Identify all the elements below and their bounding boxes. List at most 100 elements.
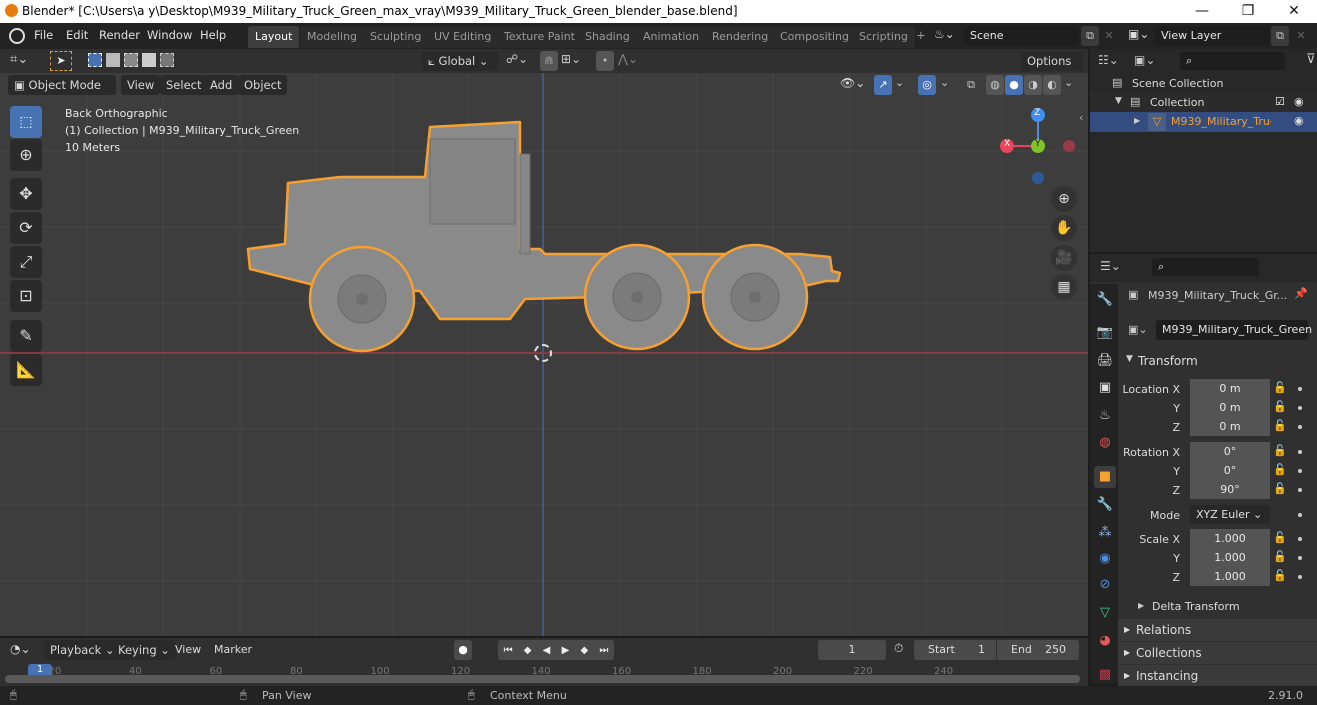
- outliner-row-collection[interactable]: ▼ ▤ Collection ☑ ◉: [1090, 93, 1317, 113]
- tool-tab-icon[interactable]: 🔧: [1094, 289, 1116, 311]
- scene-selector-icon[interactable]: ♨⌄: [934, 27, 962, 45]
- scale-z-field[interactable]: 1.000: [1190, 567, 1270, 586]
- delete-scene-icon[interactable]: ✕: [1100, 26, 1118, 46]
- visibility-eye-icon[interactable]: ◉: [1294, 114, 1304, 127]
- select-tool-icon[interactable]: ➤: [50, 51, 72, 71]
- lock-icon[interactable]: 🔓: [1273, 482, 1287, 495]
- truck-model[interactable]: [0, 49, 1088, 636]
- snap-target-icon[interactable]: ⊞⌄: [561, 52, 581, 66]
- tab-sculpting[interactable]: Sculpting: [363, 26, 429, 48]
- keying-menu[interactable]: Keying ⌄: [112, 640, 176, 660]
- transform-orientation-dropdown[interactable]: ⟀ Global ⌄: [422, 51, 498, 71]
- jump-end-icon[interactable]: ⏭: [599, 645, 608, 656]
- proportional-falloff-icon[interactable]: ⋀⌄: [618, 52, 638, 66]
- expand-arrow-icon[interactable]: ▼: [1115, 96, 1122, 106]
- 3d-viewport[interactable]: ⌗⌄ ➤ ⟀ Global ⌄ ☍⌄ ⋒ ⊞⌄ • ⋀⌄ Options ⌄ ▣…: [0, 49, 1088, 636]
- rotation-mode-dropdown[interactable]: XYZ Euler ⌄: [1190, 505, 1270, 524]
- select-subtract-icon[interactable]: [124, 53, 138, 67]
- select-extend-icon[interactable]: [106, 53, 120, 67]
- keyframe-dot-icon[interactable]: [1298, 488, 1302, 492]
- scene-name-field[interactable]: Scene: [964, 26, 1079, 46]
- rendered-shading-icon[interactable]: ◐: [1043, 75, 1061, 95]
- lock-icon[interactable]: 🔓: [1273, 569, 1287, 582]
- lock-icon[interactable]: 🔓: [1273, 381, 1287, 394]
- keyframe-dot-icon[interactable]: [1298, 425, 1302, 429]
- view-layer-selector-icon[interactable]: ▣⌄: [1128, 27, 1154, 45]
- cursor-tool[interactable]: ⊕: [10, 139, 42, 171]
- keyframe-dot-icon[interactable]: [1298, 537, 1302, 541]
- camera-view-icon[interactable]: 🎥: [1051, 245, 1077, 271]
- material-preview-icon[interactable]: ◑: [1024, 75, 1042, 95]
- new-view-layer-icon[interactable]: ⧉: [1271, 26, 1289, 46]
- move-tool[interactable]: ✥: [10, 178, 42, 210]
- tab-shading[interactable]: Shading: [578, 26, 637, 48]
- blender-menu-icon[interactable]: [9, 28, 25, 44]
- tab-rendering[interactable]: Rendering: [705, 26, 776, 48]
- outliner-search-input[interactable]: ⌕: [1180, 52, 1285, 70]
- stopwatch-icon[interactable]: ⏱: [894, 641, 903, 656]
- select-intersect-icon[interactable]: [160, 53, 174, 67]
- location-y-field[interactable]: 0 m: [1190, 398, 1270, 417]
- options-dropdown[interactable]: Options ⌄: [1021, 51, 1083, 88]
- select-box-tool[interactable]: ⬚: [10, 106, 42, 138]
- tab-compositing[interactable]: Compositing: [773, 26, 856, 48]
- editor-type-icon[interactable]: ☰⌄: [1100, 259, 1121, 273]
- scale-x-field[interactable]: 1.000: [1190, 529, 1270, 548]
- menu-file[interactable]: File: [34, 28, 53, 42]
- zoom-view-icon[interactable]: ⊕: [1051, 186, 1077, 212]
- playback-menu[interactable]: Playback ⌄: [44, 640, 121, 660]
- end-frame-field[interactable]: End 250: [997, 640, 1079, 660]
- output-tab-icon[interactable]: 🖨: [1094, 350, 1116, 372]
- collections-section[interactable]: ▶ Collections: [1118, 642, 1317, 664]
- outliner-display-mode-icon[interactable]: ☷⌄: [1098, 53, 1119, 67]
- menu-edit[interactable]: Edit: [66, 28, 88, 42]
- timeline-view-menu[interactable]: View: [175, 643, 201, 656]
- expand-arrow-icon[interactable]: ▶: [1134, 116, 1140, 125]
- scale-tool[interactable]: ⤢: [10, 246, 42, 278]
- transform-panel-header[interactable]: ▼ Transform: [1118, 350, 1317, 372]
- mesh-data-tab-icon[interactable]: ▽: [1094, 602, 1116, 624]
- menu-select[interactable]: Select: [160, 75, 208, 95]
- outliner-row-scene-collection[interactable]: ▤ Scene Collection: [1090, 74, 1317, 94]
- location-z-field[interactable]: 0 m: [1190, 417, 1270, 436]
- current-frame-field[interactable]: 1: [818, 640, 886, 660]
- mode-dropdown[interactable]: ▣ Object Mode ⌄: [8, 75, 116, 112]
- minimize-button[interactable]: —: [1179, 0, 1225, 23]
- transform-tool[interactable]: ⊡: [10, 280, 42, 312]
- menu-window[interactable]: Window: [147, 28, 192, 42]
- close-button[interactable]: ✕: [1271, 0, 1317, 23]
- jump-start-icon[interactable]: ⏮: [504, 645, 513, 656]
- exclude-checkbox-icon[interactable]: ☑: [1275, 95, 1285, 108]
- lock-icon[interactable]: 🔓: [1273, 444, 1287, 457]
- measure-tool[interactable]: 📐: [10, 354, 42, 386]
- instancing-section[interactable]: ▶ Instancing: [1118, 665, 1317, 687]
- rotation-z-field[interactable]: 90°: [1190, 480, 1270, 499]
- play-icon[interactable]: ▶: [562, 645, 570, 656]
- gizmo-dropdown-icon[interactable]: ⌄: [895, 76, 904, 89]
- snap-magnet-icon[interactable]: ⋒: [540, 51, 558, 71]
- select-invert-icon[interactable]: [142, 53, 156, 67]
- prev-keyframe-icon[interactable]: ◆: [524, 645, 532, 656]
- relations-section[interactable]: ▶ Relations: [1118, 619, 1317, 641]
- transform-pivot-icon[interactable]: ⌗⌄: [10, 52, 28, 67]
- menu-render[interactable]: Render: [99, 28, 140, 42]
- gizmo-neg-x-axis[interactable]: [1063, 140, 1075, 152]
- properties-search-input[interactable]: ⌕: [1152, 258, 1259, 276]
- timeline-editor-type-icon[interactable]: ◔⌄: [10, 642, 31, 656]
- delta-transform-subpanel[interactable]: ▶ Delta Transform: [1118, 596, 1317, 618]
- new-scene-icon[interactable]: ⧉: [1081, 26, 1099, 46]
- menu-object[interactable]: Object: [238, 75, 288, 95]
- shading-dropdown-icon[interactable]: ⌄: [1064, 76, 1073, 89]
- next-keyframe-icon[interactable]: ◆: [580, 645, 588, 656]
- selectability-visibility-icon[interactable]: 👁⌄: [840, 76, 865, 90]
- tab-scripting[interactable]: Scripting: [852, 26, 915, 48]
- delete-view-layer-icon[interactable]: ✕: [1292, 26, 1310, 46]
- pan-hand-icon[interactable]: ✋: [1051, 215, 1077, 241]
- menu-add[interactable]: Add: [204, 75, 239, 95]
- ortho-grid-icon[interactable]: ▦: [1051, 274, 1077, 300]
- rotation-x-field[interactable]: 0°: [1190, 442, 1270, 461]
- solid-shading-icon[interactable]: ●: [1005, 75, 1023, 95]
- xray-toggle-icon[interactable]: ⧉: [962, 75, 980, 95]
- menu-help[interactable]: Help: [200, 28, 226, 42]
- menu-view[interactable]: View: [121, 75, 161, 95]
